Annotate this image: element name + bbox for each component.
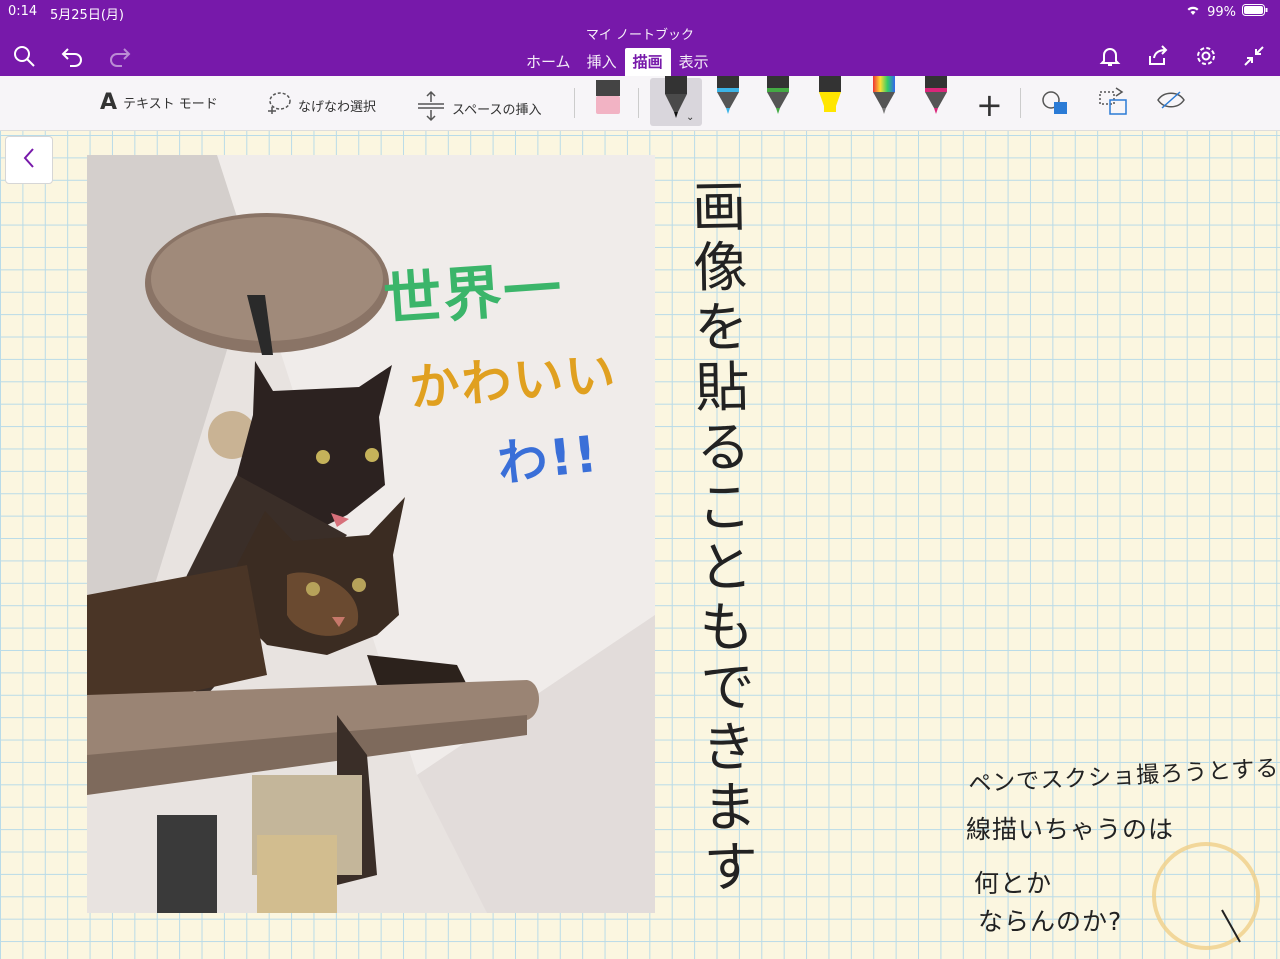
blue-pen-icon[interactable] bbox=[714, 76, 742, 116]
handwriting-char: 像 bbox=[692, 235, 748, 300]
battery-icon bbox=[1242, 4, 1268, 20]
note-line-4: ならんのか? bbox=[978, 907, 1123, 936]
status-date: 5月25日(月) bbox=[50, 8, 124, 23]
bell-icon[interactable] bbox=[1096, 42, 1124, 70]
handwriting-char: を bbox=[693, 295, 749, 360]
share-icon[interactable] bbox=[1144, 42, 1172, 70]
draw-toolbar: A テキスト モード なげなわ選択 スペースの挿入 ⌄ + bbox=[0, 76, 1280, 131]
status-indicators: 99% bbox=[1185, 4, 1268, 20]
add-pen-icon[interactable]: + bbox=[976, 86, 1003, 124]
handwriting-char: き bbox=[701, 715, 757, 780]
cat-photo-illustration bbox=[87, 155, 655, 913]
text-mode-icon: A bbox=[100, 90, 118, 115]
handwriting-char: す bbox=[703, 835, 759, 900]
collapse-icon[interactable] bbox=[1240, 42, 1268, 70]
back-button[interactable] bbox=[5, 136, 53, 184]
toolbar-divider bbox=[574, 88, 575, 118]
ink-to-shape-icon[interactable] bbox=[1096, 84, 1127, 124]
chevron-left-icon bbox=[22, 147, 36, 173]
replay-ink-icon[interactable] bbox=[1156, 88, 1185, 128]
insert-space-label: スペースの挿入 bbox=[452, 102, 542, 118]
app-header: 0:14 5月25日(月) 99% マイ ノートブック ホーム 挿入 描画 表示 bbox=[0, 0, 1280, 78]
lasso-label: なげなわ選択 bbox=[298, 99, 377, 115]
undo-icon[interactable] bbox=[58, 42, 86, 70]
shapes-icon[interactable] bbox=[1040, 88, 1068, 128]
text-mode-label: テキスト モード bbox=[123, 97, 218, 112]
handwriting-char: 画 bbox=[691, 175, 747, 240]
black-pen-icon[interactable] bbox=[662, 76, 690, 118]
notebook-title[interactable]: マイ ノートブック bbox=[0, 24, 1280, 43]
green-pen-icon[interactable] bbox=[764, 76, 792, 116]
pen-hover-circle bbox=[1152, 842, 1260, 950]
lasso-icon bbox=[266, 90, 292, 120]
text-mode-button[interactable]: A テキスト モード bbox=[100, 90, 218, 115]
gear-icon[interactable] bbox=[1192, 42, 1220, 70]
wifi-icon bbox=[1185, 4, 1201, 20]
handwriting-char: 貼 bbox=[694, 355, 750, 420]
yellow-highlighter-icon[interactable] bbox=[816, 76, 844, 116]
tab-home[interactable]: ホーム bbox=[518, 48, 579, 78]
handwriting-char: も bbox=[699, 595, 755, 660]
tab-draw[interactable]: 描画 bbox=[624, 48, 671, 78]
chevron-down-icon[interactable]: ⌄ bbox=[686, 112, 694, 123]
handwriting-char: と bbox=[697, 535, 754, 600]
toolbar-divider bbox=[1020, 88, 1021, 118]
tab-insert[interactable]: 挿入 bbox=[579, 48, 625, 78]
insert-space-icon bbox=[416, 90, 446, 126]
magenta-pen-icon[interactable] bbox=[922, 76, 950, 116]
eraser-icon[interactable] bbox=[594, 80, 622, 120]
photo-overlay-line-2: かわいい bbox=[407, 344, 620, 418]
note-line-3: 何とか bbox=[974, 869, 1053, 898]
rainbow-pen-icon[interactable] bbox=[870, 76, 898, 116]
handwriting-char: こ bbox=[696, 475, 753, 540]
handwriting-char: で bbox=[700, 655, 756, 720]
redo-icon[interactable] bbox=[106, 42, 134, 70]
lasso-select-button[interactable]: なげなわ選択 bbox=[266, 90, 376, 120]
tab-view[interactable]: 表示 bbox=[671, 48, 717, 78]
cat-photo[interactable]: 世界一 かわいい わ!! bbox=[87, 155, 655, 913]
status-time: 0:14 bbox=[8, 4, 38, 19]
insert-space-button[interactable]: スペースの挿入 bbox=[416, 90, 541, 126]
toolbar-divider bbox=[638, 88, 639, 118]
search-icon[interactable] bbox=[10, 42, 38, 70]
ribbon-tabs: ホーム 挿入 描画 表示 bbox=[518, 48, 717, 78]
photo-overlay-line-3: わ!! bbox=[494, 424, 602, 494]
handwriting-char: ま bbox=[702, 775, 758, 840]
battery-percent: 99% bbox=[1207, 4, 1236, 20]
photo-overlay-line-1: 世界一 bbox=[381, 253, 566, 335]
handwriting-vertical: 画 像 を 貼 る こ と も で き ま す bbox=[684, 175, 767, 900]
handwriting-char: る bbox=[695, 415, 751, 480]
